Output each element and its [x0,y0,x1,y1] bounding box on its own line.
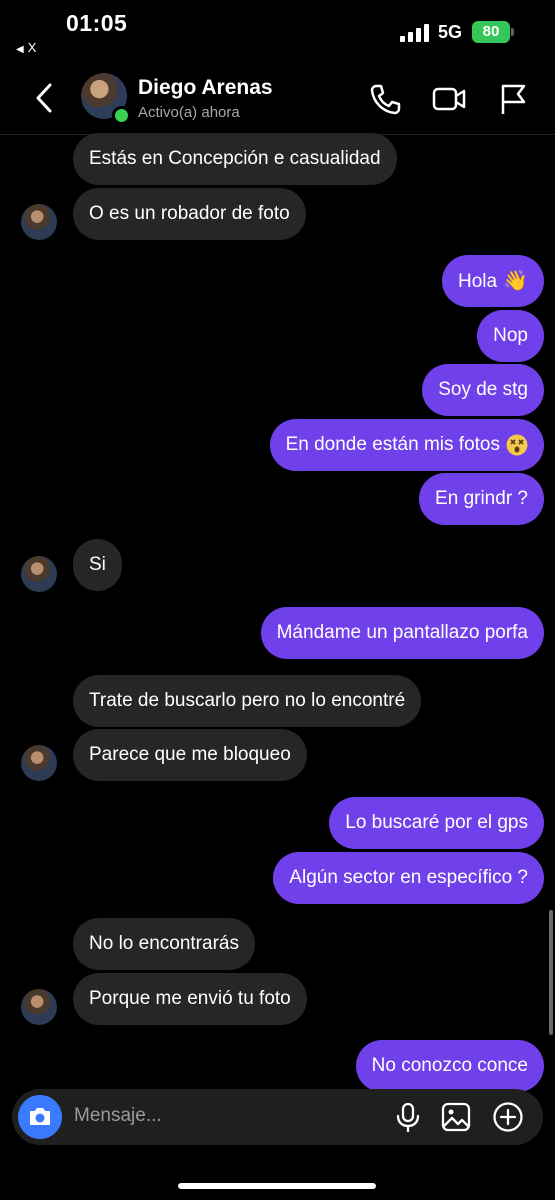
message-bubble-incoming[interactable]: No lo encontrarás [73,918,255,970]
message-bubble-outgoing[interactable]: En grindr ? [419,473,544,525]
message-bubble-outgoing[interactable]: En donde están mis fotos [269,419,544,471]
waving-hand-icon: 👋 [503,270,528,292]
status-time: 01:05 [66,10,128,36]
message-bubble-outgoing[interactable]: No conozco conce [355,1040,544,1092]
message-bubble-outgoing[interactable]: Mándame un pantallazo porfa [260,607,544,659]
back-to-app-link[interactable]: ◀ X [16,40,36,55]
contact-name[interactable]: Diego Arenas [138,76,273,100]
camera-icon[interactable] [18,1095,62,1139]
message-bubble-incoming[interactable]: Parece que me bloqueo [73,729,307,781]
sender-avatar[interactable] [21,556,57,592]
message-input[interactable]: Mensaje... [74,1105,162,1127]
status-bar: 01:05 ◀ X 5G 80 [0,0,555,62]
message-bubble-outgoing[interactable]: Algún sector en específico ? [273,852,544,904]
video-call-icon[interactable] [432,82,466,116]
message-bubble-incoming[interactable]: Trate de buscarlo pero no lo encontré [73,675,422,727]
battery-cap [511,28,514,36]
back-icon[interactable] [30,80,62,116]
plus-icon[interactable] [492,1101,524,1133]
back-triangle-icon: ◀ [16,44,24,55]
message-composer: Mensaje... [12,1089,543,1145]
message-text: En donde están mis fotos [285,434,500,455]
message-bubble-incoming[interactable]: Si [73,539,122,591]
home-indicator[interactable] [178,1183,376,1189]
image-icon[interactable] [440,1101,472,1133]
sender-avatar[interactable] [21,989,57,1025]
message-bubble-incoming[interactable]: Porque me envió tu foto [73,973,307,1025]
flag-icon[interactable] [497,82,531,116]
message-text: Hola [458,271,498,292]
message-bubble-outgoing[interactable]: Hola 👋 [442,255,544,307]
sender-avatar[interactable] [21,204,57,240]
scrollbar[interactable] [549,910,553,1035]
dizzy-face-icon [506,434,528,456]
signal-icon [400,24,430,42]
contact-status: Activo(a) ahora [138,104,240,121]
message-bubble-outgoing[interactable]: Lo buscaré por el gps [329,797,544,849]
message-bubble-incoming[interactable]: Estás en Concepción e casualidad [73,133,397,185]
back-app-label: X [27,40,37,55]
message-bubble-outgoing[interactable]: Soy de stg [422,364,544,416]
microphone-icon[interactable] [392,1101,424,1133]
message-bubble-outgoing[interactable]: Nop [477,310,544,362]
network-type: 5G [438,22,463,42]
message-bubble-incoming[interactable]: O es un robador de foto [73,188,306,240]
sender-avatar[interactable] [21,745,57,781]
chat-header: Diego Arenas Activo(a) ahora [0,62,555,135]
phone-icon[interactable] [368,82,402,116]
online-indicator [112,106,131,125]
battery-icon: 80 [472,21,510,43]
